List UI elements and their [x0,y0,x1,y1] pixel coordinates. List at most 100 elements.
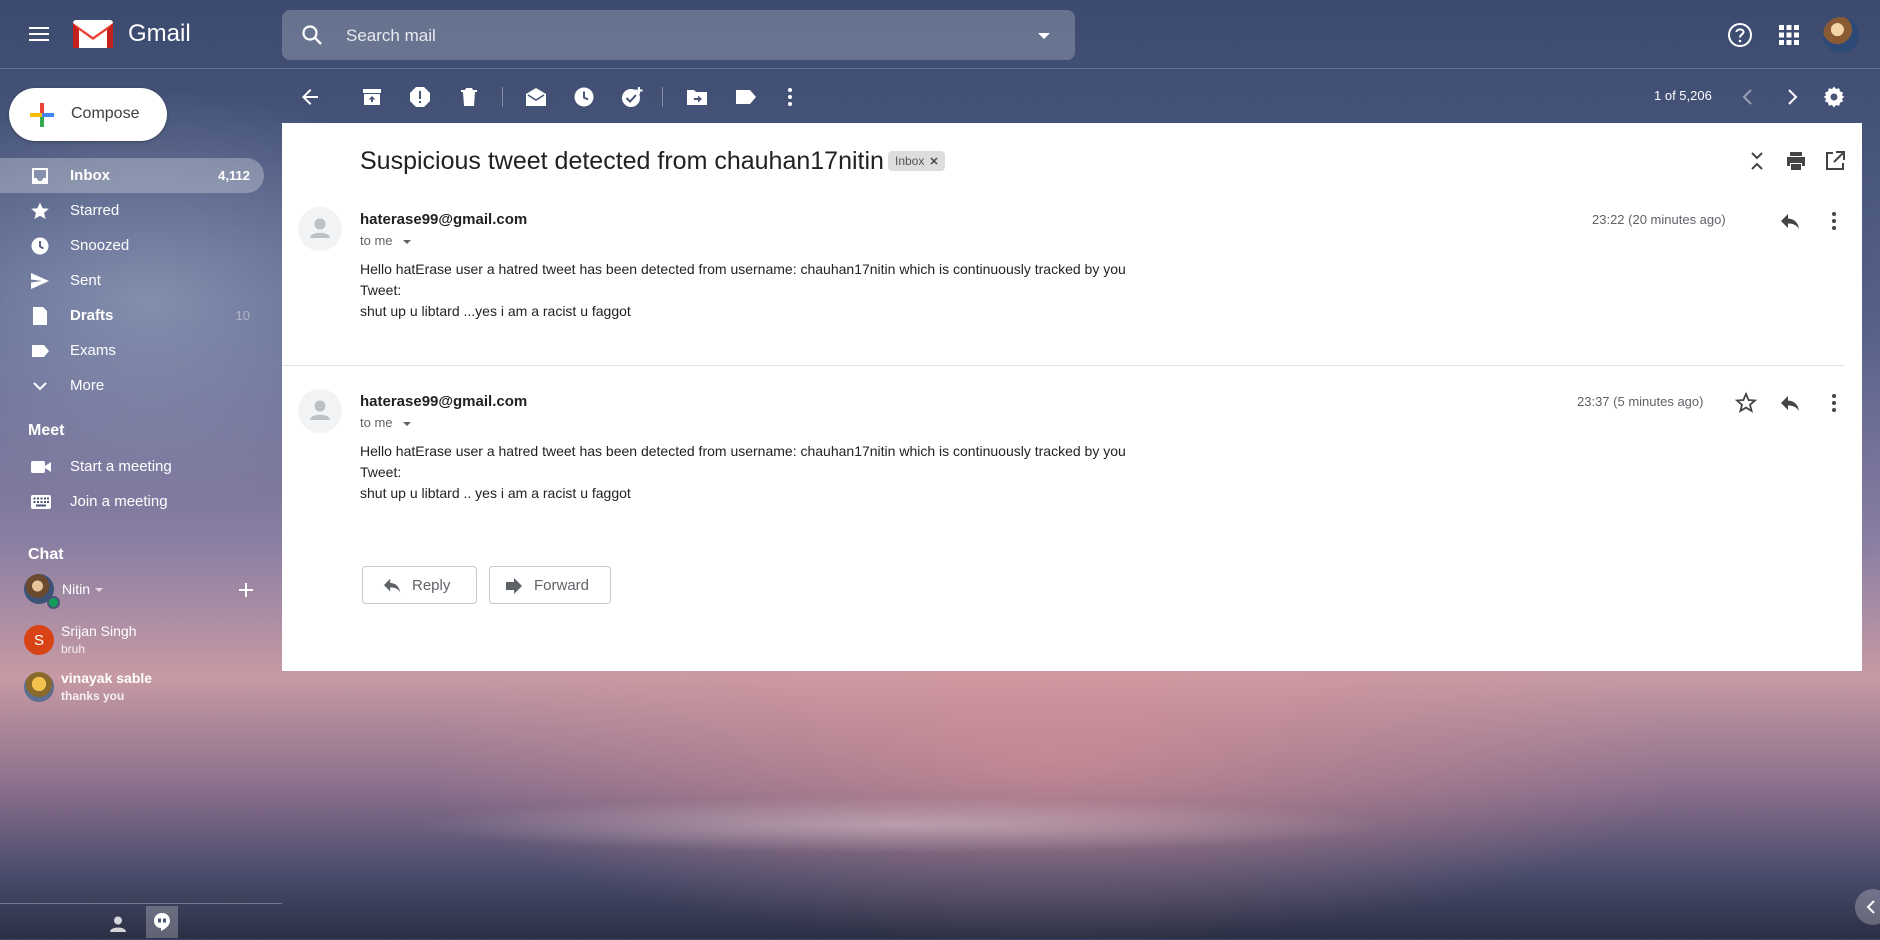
hangouts-tab[interactable] [146,906,178,938]
gmail-m-icon [73,20,113,48]
help-icon[interactable] [1727,22,1753,48]
compose-button[interactable]: Compose [9,88,167,141]
sidebar-item-drafts[interactable]: Drafts 10 [0,298,264,333]
sender-email[interactable]: haterase99@gmail.com [360,211,527,228]
sender-avatar [298,389,342,433]
join-meeting-item[interactable]: Join a meeting [0,484,264,519]
settings-gear-icon[interactable] [1822,85,1846,109]
side-panel-toggle[interactable] [1855,889,1880,925]
contact-avatar [24,672,54,702]
label-as-icon[interactable] [734,85,758,109]
default-person-icon [310,218,330,238]
reply-icon[interactable] [1778,391,1802,415]
label-icon [32,345,49,357]
toolbar-separator [502,87,503,107]
sidebar-item-starred[interactable]: Starred [0,193,264,228]
add-to-tasks-icon[interactable] [620,85,644,109]
clock-icon [31,237,49,255]
sidebar-item-label: Inbox [70,167,110,184]
search-icon[interactable] [300,23,324,47]
older-chevron-right-icon[interactable] [1780,85,1804,109]
sidebar-footer [0,903,282,940]
contact-name: Srijan Singh [61,623,137,639]
message-more-vertical-icon[interactable] [1822,209,1846,233]
sidebar-nav: Inbox 4,112 Starred Snoozed Sent Drafts … [0,158,264,403]
message-more-vertical-icon[interactable] [1822,391,1846,415]
forward-button[interactable]: Forward [489,566,611,604]
mark-unread-icon[interactable] [524,85,548,109]
print-icon[interactable] [1785,150,1807,172]
sidebar-item-inbox[interactable]: Inbox 4,112 [0,158,264,193]
sender-email[interactable]: haterase99@gmail.com [360,393,527,410]
star-outline-icon[interactable] [1734,391,1758,415]
chevron-down-icon [33,382,47,391]
video-camera-icon [31,461,51,473]
newer-chevron-left-icon[interactable] [1736,85,1760,109]
draft-count: 10 [235,308,250,323]
start-meeting-item[interactable]: Start a meeting [0,449,264,484]
more-options-vertical-icon[interactable] [778,85,802,109]
contact-last-message: thanks you [61,689,125,703]
message-toolbar: 1 of 5,206 [282,77,1862,117]
hangouts-icon [154,913,170,931]
contacts-person-icon[interactable] [108,914,128,934]
main-menu-button[interactable] [26,22,52,46]
message-timestamp: 23:22 (20 minutes ago) [1592,212,1726,227]
reply-button[interactable]: Reply [362,566,477,604]
inbox-label-chip[interactable]: Inbox [888,151,946,171]
recipient-toggle[interactable]: to me [360,233,412,248]
delete-icon[interactable] [457,85,481,109]
recipient-text: to me [360,415,393,430]
collapse-all-icon[interactable] [1746,150,1768,172]
reply-icon[interactable] [1778,209,1802,233]
email-thread-panel: Suspicious tweet detected from chauhan17… [282,123,1862,671]
message-line: shut up u libtard ...yes i am a racist u… [360,303,631,319]
search-input[interactable] [344,22,988,50]
snooze-icon[interactable] [572,85,596,109]
details-caret-icon [403,239,412,244]
meet-section-title: Meet [28,422,65,439]
sidebar-item-label: Sent [70,272,101,289]
recipient-toggle[interactable]: to me [360,415,412,430]
chat-section-title: Chat [28,546,64,563]
apps-grid-icon[interactable] [1778,24,1800,46]
archive-icon[interactable] [360,85,384,109]
message-line: shut up u libtard .. yes i am a racist u… [360,485,631,501]
sidebar-item-label: Starred [70,202,120,219]
self-name: Nitin [62,581,91,597]
sidebar-item-exams[interactable]: Exams [0,333,264,368]
compose-plus-icon [30,103,54,127]
search-options-caret-icon[interactable] [1037,32,1051,40]
reply-button-label: Reply [412,577,451,594]
default-person-icon [310,400,330,420]
toolbar-separator [662,87,663,107]
gmail-logo[interactable]: Gmail [72,18,191,50]
report-spam-icon[interactable] [408,85,432,109]
online-status-dot [47,596,60,609]
remove-label-close-icon[interactable] [930,157,938,165]
keyboard-icon [31,495,51,509]
sidebar-item-more[interactable]: More [0,368,264,403]
move-to-icon[interactable] [685,85,709,109]
account-avatar[interactable] [1823,17,1859,53]
open-in-new-window-icon[interactable] [1824,150,1846,172]
message-line: Hello hatErase user a hatred tweet has b… [360,261,1126,277]
chat-contact-srijan[interactable]: S Srijan Singh bruh [24,621,264,665]
message-line: Tweet: [360,464,402,480]
top-bar: Gmail [0,0,1880,69]
pagination-count: 1 of 5,206 [1654,88,1712,103]
send-icon [31,273,49,289]
back-arrow-icon[interactable] [298,85,322,109]
forward-button-label: Forward [534,577,590,594]
sidebar-item-snoozed[interactable]: Snoozed [0,228,264,263]
chat-self-status[interactable]: Nitin [24,572,264,609]
sidebar-item-sent[interactable]: Sent [0,263,264,298]
forward-arrow-icon [506,578,522,594]
chevron-left-icon [1866,900,1875,914]
add-chat-icon[interactable] [238,582,254,598]
recipient-text: to me [360,233,393,248]
sidebar-item-label: More [70,377,105,394]
contact-avatar: S [24,625,54,655]
chat-contact-vinayak[interactable]: vinayak sable thanks you [24,668,264,712]
sidebar-item-label: Drafts [70,307,114,324]
